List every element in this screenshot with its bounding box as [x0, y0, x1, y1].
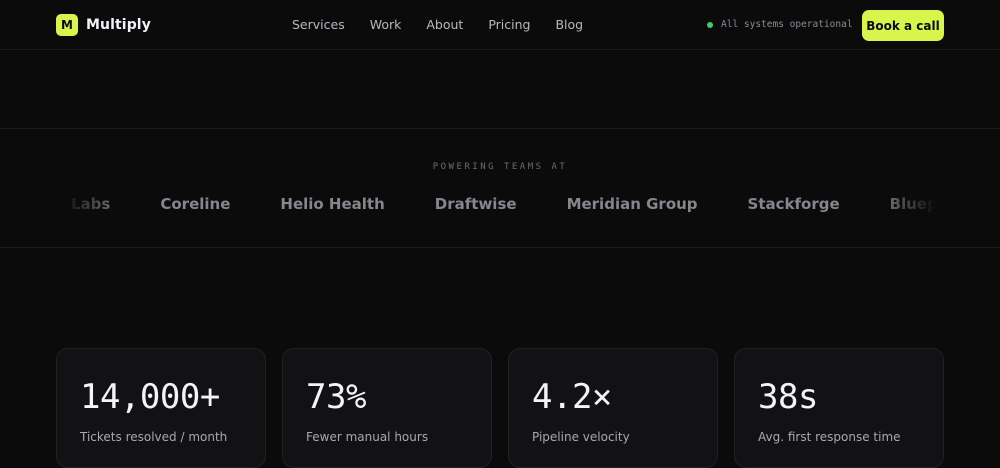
brand-logo[interactable]: M Multiply: [56, 14, 151, 36]
client-logo: Coreline: [160, 195, 231, 213]
stat-label: Pipeline velocity: [532, 430, 630, 444]
stat-value: 38s: [758, 377, 818, 417]
nav-link-blog[interactable]: Blog: [555, 17, 583, 32]
client-logo: Labs: [71, 195, 111, 213]
stat-label: Tickets resolved / month: [80, 430, 228, 444]
stat-card: 4.2× Pipeline velocity: [508, 348, 718, 468]
logos-section-label: POWERING TEAMS AT: [432, 162, 568, 172]
stat-label: Avg. first response time: [758, 430, 901, 444]
client-logo: Meridian Group: [566, 195, 698, 213]
book-a-call-button[interactable]: Book a call: [862, 10, 944, 41]
stat-card: 73% Fewer manual hours: [282, 348, 492, 468]
nav-link-services[interactable]: Services: [292, 17, 345, 32]
client-logos-section: POWERING TEAMS AT Labs Coreline Helio He…: [0, 128, 1000, 248]
stats-grid: 14,000+ Tickets resolved / month 73% Few…: [56, 348, 944, 468]
status-text: All systems operational: [721, 19, 853, 30]
nav-link-work[interactable]: Work: [370, 17, 402, 32]
client-logo: Bluepeak: [889, 195, 944, 213]
logo-track: Labs Coreline Helio Health Draftwise Mer…: [71, 195, 944, 213]
stat-label: Fewer manual hours: [306, 430, 429, 444]
logo-mark-icon: M: [56, 14, 78, 36]
client-logo: Helio Health: [280, 195, 385, 213]
nav-link-pricing[interactable]: Pricing: [488, 17, 530, 32]
nav-link-about[interactable]: About: [426, 17, 463, 32]
status-dot-icon: [707, 21, 713, 28]
stat-value: 73%: [306, 377, 366, 417]
stat-value: 4.2×: [532, 377, 612, 417]
main-nav: Services Work About Pricing Blog: [292, 17, 583, 32]
client-logo: Draftwise: [434, 195, 517, 213]
logo-text: Multiply: [86, 17, 151, 33]
stat-card: 14,000+ Tickets resolved / month: [56, 348, 266, 468]
stat-card: 38s Avg. first response time: [734, 348, 944, 468]
top-navbar: M Multiply Services Work About Pricing B…: [0, 0, 1000, 50]
client-logo: Stackforge: [747, 195, 840, 213]
stat-value: 14,000+: [80, 377, 220, 417]
logo-marquee: Labs Coreline Helio Health Draftwise Mer…: [56, 195, 944, 219]
system-status: All systems operational: [707, 19, 853, 30]
